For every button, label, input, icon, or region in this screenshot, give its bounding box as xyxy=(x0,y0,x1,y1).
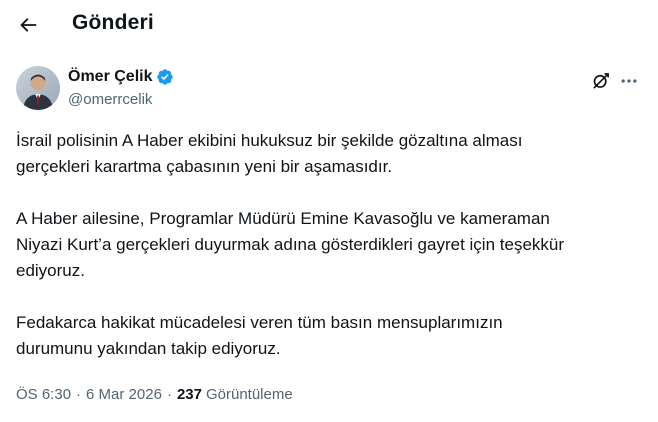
verified-badge-icon[interactable] xyxy=(156,68,174,86)
tweet-paragraph: A Haber ailesine, Programlar Müdürü Emin… xyxy=(16,209,565,280)
views-count[interactable]: 237 xyxy=(177,386,202,403)
tweet-time[interactable]: ÖS 6:30 xyxy=(16,386,71,403)
tweet-text: İsrail polisinin A Haber ekibini hukuksu… xyxy=(16,128,642,388)
back-button[interactable] xyxy=(10,7,46,43)
page-title: Gönderi xyxy=(72,11,154,34)
arrow-left-icon xyxy=(20,18,37,32)
tweet-author: Ömer Çelik @omerrcelik xyxy=(16,66,642,112)
meta-separator: · xyxy=(166,386,172,403)
tweet-date[interactable]: 6 Mar 2026 xyxy=(86,386,162,403)
avatar[interactable] xyxy=(16,66,60,110)
more-icon[interactable] xyxy=(618,70,640,92)
top-bar: Gönderi xyxy=(0,0,658,50)
grok-icon[interactable] xyxy=(590,70,612,92)
views-label[interactable]: Görüntüleme xyxy=(206,386,293,403)
author-name[interactable]: Ömer Çelik xyxy=(68,68,152,86)
tweet-paragraph: Fedakarca hakikat mücadelesi veren tüm b… xyxy=(16,313,503,358)
tweet-paragraph: İsrail polisinin A Haber ekibini hukuksu… xyxy=(16,131,523,176)
tweet-meta: ÖS 6:30 · 6 Mar 2026 · 237 Görüntüleme xyxy=(16,386,293,403)
author-handle[interactable]: @omerrcelik xyxy=(68,91,152,108)
meta-separator: · xyxy=(76,386,82,403)
